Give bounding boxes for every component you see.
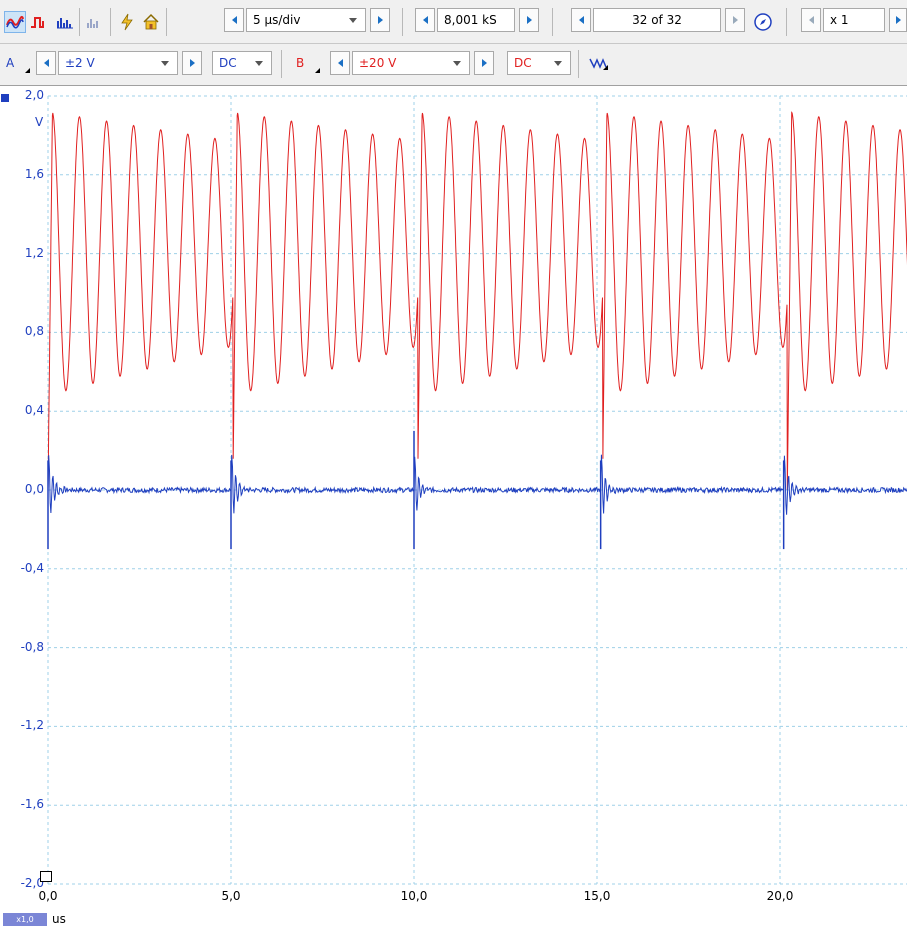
x-scale-badge: x1,0 xyxy=(3,913,47,926)
samples-value: 8,001 kS xyxy=(444,13,497,27)
capture-index-value: 32 of 32 xyxy=(632,13,682,27)
chevron-down-icon xyxy=(453,61,461,66)
capture-next-button[interactable] xyxy=(725,8,745,32)
x-axis-unit: us xyxy=(52,912,66,926)
x-tick-label: 10,0 xyxy=(400,889,428,903)
spectrum-disabled-icon xyxy=(84,11,106,33)
y-axis-unit: V xyxy=(35,115,44,129)
channel-a-range-value: ±2 V xyxy=(65,56,95,70)
channel-a-coupling-value: DC xyxy=(219,56,237,70)
ruler-handle-icon[interactable] xyxy=(40,871,52,882)
zoom-field[interactable]: x 1 xyxy=(823,8,885,32)
compass-icon[interactable] xyxy=(750,9,776,35)
zoom-next-button[interactable] xyxy=(889,8,907,32)
timebase-prev-button[interactable] xyxy=(224,8,244,32)
scope-mode-icon[interactable] xyxy=(4,11,26,33)
channel-toolbar: A ±2 V DC B ±20 V DC xyxy=(0,44,907,86)
y-tick-label: -0,8 xyxy=(20,639,44,654)
x-tick-label: 0,0 xyxy=(38,889,58,903)
channel-a-range-select[interactable]: ±2 V xyxy=(58,51,178,75)
corner-triangle-icon xyxy=(315,68,320,73)
samples-field[interactable]: 8,001 kS xyxy=(437,8,515,32)
scope-plot-area[interactable]: 2,0 1,6 1,2 0,8 0,4 0,0 -0,4 -0,8 -1,2 -1,6 -2,0 V… xyxy=(0,87,907,926)
channel-b-range-select[interactable]: ±20 V xyxy=(352,51,470,75)
y-tick-label: 0,0 xyxy=(24,482,44,496)
capture-prev-button[interactable] xyxy=(571,8,591,32)
zoom-value: x 1 xyxy=(830,13,849,27)
timebase-select[interactable]: 5 µs/div xyxy=(246,8,366,32)
samples-prev-button[interactable] xyxy=(415,8,435,32)
y-tick-label: 0,8 xyxy=(24,324,44,339)
y-tick-label: -1,6 xyxy=(20,797,44,812)
y-tick-label: -0,4 xyxy=(20,560,44,575)
spectrum-mode-icon[interactable] xyxy=(54,11,76,33)
channel-b-range-prev[interactable] xyxy=(330,51,350,75)
channel-a-coupling-select[interactable]: DC xyxy=(212,51,272,75)
y-tick-label: 2,0 xyxy=(24,88,44,102)
channel-b-label: B xyxy=(296,56,305,70)
y-tick-label: 0,4 xyxy=(24,403,44,418)
main-toolbar: 5 µs/div 8,001 kS 32 of 32 x 1 xyxy=(0,0,907,44)
scope-graph[interactable] xyxy=(0,87,907,926)
waveform-traces xyxy=(47,111,907,550)
chevron-down-icon xyxy=(255,61,263,66)
chevron-down-icon xyxy=(349,18,357,23)
x-tick-label: 20,0 xyxy=(766,889,794,903)
timebase-value: 5 µs/div xyxy=(253,13,301,27)
channel-b-button[interactable]: B xyxy=(292,51,320,75)
channel-a-button[interactable]: A xyxy=(2,51,30,75)
channel-b-range-next[interactable] xyxy=(474,51,494,75)
channel-b-trace xyxy=(47,111,907,491)
channel-a-range-next[interactable] xyxy=(182,51,202,75)
channel-a-trace xyxy=(47,454,907,515)
y-tick-label: 1,2 xyxy=(24,245,44,260)
home-icon[interactable] xyxy=(140,11,162,33)
channel-a-range-prev[interactable] xyxy=(36,51,56,75)
chevron-down-icon xyxy=(161,61,169,66)
y-tick-label: 1,6 xyxy=(24,166,44,181)
channel-b-range-value: ±20 V xyxy=(359,56,397,70)
chevron-down-icon xyxy=(554,61,562,66)
channel-b-coupling-select[interactable]: DC xyxy=(507,51,571,75)
channel-options-icon[interactable] xyxy=(588,52,610,74)
y-tick-label: -1,2 xyxy=(20,718,44,733)
timebase-next-button[interactable] xyxy=(370,8,390,32)
samples-next-button[interactable] xyxy=(519,8,539,32)
corner-triangle-icon xyxy=(25,68,30,73)
y-tick-label: -2,0 xyxy=(20,876,44,890)
channel-b-coupling-value: DC xyxy=(514,56,532,70)
capture-index-field[interactable]: 32 of 32 xyxy=(593,8,721,32)
channel-a-label: A xyxy=(6,56,15,70)
x-tick-label: 15,0 xyxy=(583,889,611,903)
persistence-mode-icon[interactable] xyxy=(28,11,50,33)
auto-setup-icon[interactable] xyxy=(116,11,138,33)
zoom-prev-button[interactable] xyxy=(801,8,821,32)
x-tick-label: 5,0 xyxy=(221,889,241,903)
